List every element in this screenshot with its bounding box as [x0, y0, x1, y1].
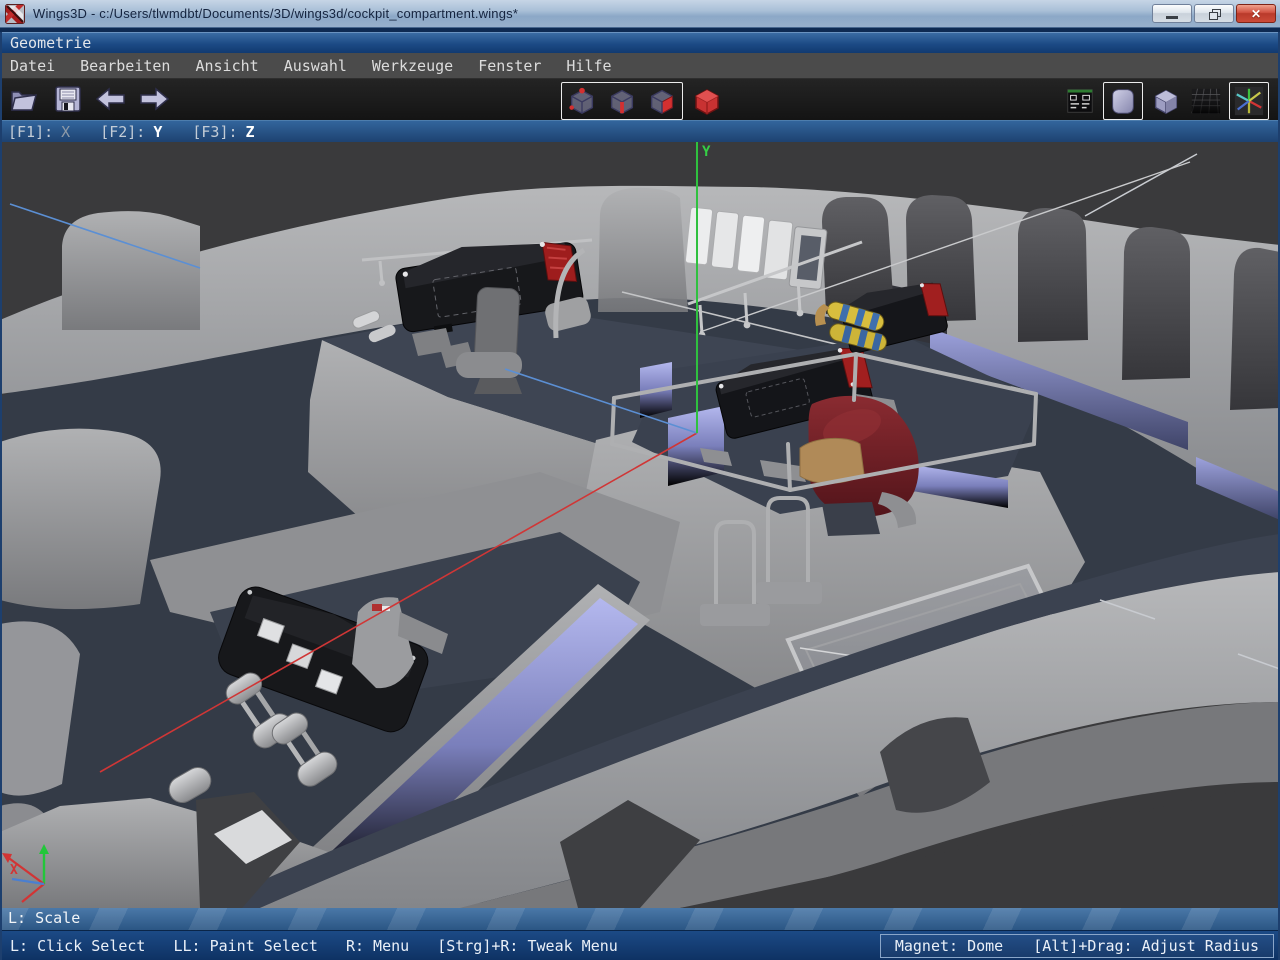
show-axes-icon	[1233, 85, 1265, 117]
undo-button[interactable]	[94, 82, 128, 116]
vertex-mode-button[interactable]	[565, 84, 599, 118]
menu-fenster[interactable]: Fenster	[478, 57, 541, 75]
ground-plane-button[interactable]	[1189, 84, 1223, 118]
help-tweak-menu: [Strg]+R: Tweak Menu	[437, 937, 618, 955]
help-click-select: L: Click Select	[10, 937, 145, 955]
face-mode-button[interactable]	[645, 84, 679, 118]
help-paint-select: LL: Paint Select	[173, 937, 318, 955]
restore-button[interactable]	[1194, 4, 1234, 23]
redo-button[interactable]	[137, 82, 171, 116]
mouse-help: L: Click Select LL: Paint Select R: Menu…	[0, 937, 618, 955]
edge-mode-icon	[606, 85, 638, 117]
smooth-shaded-icon	[1107, 85, 1139, 117]
flat-shaded-button[interactable]	[1149, 84, 1183, 118]
save-file-button[interactable]	[51, 82, 85, 116]
edge-mode-button[interactable]	[605, 84, 639, 118]
menu-bar: Datei Bearbeiten Ansicht Auswahl Werkzeu…	[0, 53, 1280, 79]
fkey-f1: [F1]:X	[8, 123, 70, 141]
body-mode-button[interactable]	[690, 84, 724, 118]
close-button[interactable]: ✕	[1236, 4, 1276, 23]
wings3d-app-icon	[5, 4, 25, 24]
body-mode-icon	[690, 84, 724, 118]
geometry-window-titlebar[interactable]: Geometrie	[0, 32, 1280, 53]
minimize-button[interactable]	[1152, 4, 1192, 23]
axis-x-label: X	[10, 863, 18, 878]
fkey-f3: [F3]:Z	[192, 123, 254, 141]
command-status-bar: L: Scale	[0, 908, 1280, 930]
menu-werkzeuge[interactable]: Werkzeuge	[372, 57, 453, 75]
help-bar: L: Click Select LL: Paint Select R: Menu…	[0, 930, 1280, 960]
close-icon: ✕	[1251, 8, 1261, 20]
axis-y-label: Y	[702, 144, 711, 160]
smooth-shaded-button[interactable]	[1106, 84, 1140, 118]
flat-shaded-icon	[1150, 85, 1182, 117]
vertex-mode-icon	[566, 85, 598, 117]
minimize-icon	[1166, 16, 1178, 19]
show-axes-button[interactable]	[1232, 84, 1266, 118]
undo-arrow-icon	[94, 82, 128, 116]
view-settings-button[interactable]	[1063, 84, 1097, 118]
window-frame-left	[0, 32, 2, 960]
show-axes-active-frame	[1229, 82, 1269, 120]
smooth-shaded-active-frame	[1103, 82, 1143, 120]
magnet-adjust-hint: [Alt]+Drag: Adjust Radius	[1033, 937, 1259, 955]
face-mode-icon	[646, 85, 678, 117]
wall-rib-light	[598, 188, 688, 312]
menu-ansicht[interactable]: Ansicht	[195, 57, 258, 75]
window-title: Wings3D - c:/Users/tlwmdbt/Documents/3D/…	[33, 6, 518, 21]
magnet-status-field: Magnet: Dome [Alt]+Drag: Adjust Radius	[880, 934, 1274, 958]
view-settings-icon	[1064, 85, 1096, 117]
help-menu: R: Menu	[346, 937, 409, 955]
geometry-window-title: Geometrie	[10, 34, 91, 52]
redo-arrow-icon	[137, 82, 171, 116]
command-status-text: L: Scale	[8, 909, 80, 927]
save-file-icon	[51, 82, 85, 116]
fkey-constraint-bar: [F1]:X [F2]:Y [F3]:Z	[0, 120, 1280, 142]
menu-auswahl[interactable]: Auswahl	[284, 57, 347, 75]
open-file-button[interactable]	[8, 82, 42, 116]
viewport-3d-canvas[interactable]: Y X	[0, 142, 1280, 908]
fkey-f2: [F2]:Y	[100, 123, 162, 141]
menu-datei[interactable]: Datei	[10, 57, 55, 75]
wings3d-window: Wings3D - c:/Users/tlwmdbt/Documents/3D/…	[0, 0, 1280, 960]
selection-mode-group	[561, 82, 683, 120]
ground-plane-icon	[1190, 85, 1222, 117]
magnet-mode: Magnet: Dome	[895, 937, 1003, 955]
restore-icon	[1209, 9, 1220, 18]
menu-bearbeiten[interactable]: Bearbeiten	[80, 57, 170, 75]
title-bar[interactable]: Wings3D - c:/Users/tlwmdbt/Documents/3D/…	[0, 0, 1280, 28]
menu-hilfe[interactable]: Hilfe	[566, 57, 611, 75]
open-file-icon	[8, 82, 42, 116]
toolbar	[0, 79, 1280, 120]
